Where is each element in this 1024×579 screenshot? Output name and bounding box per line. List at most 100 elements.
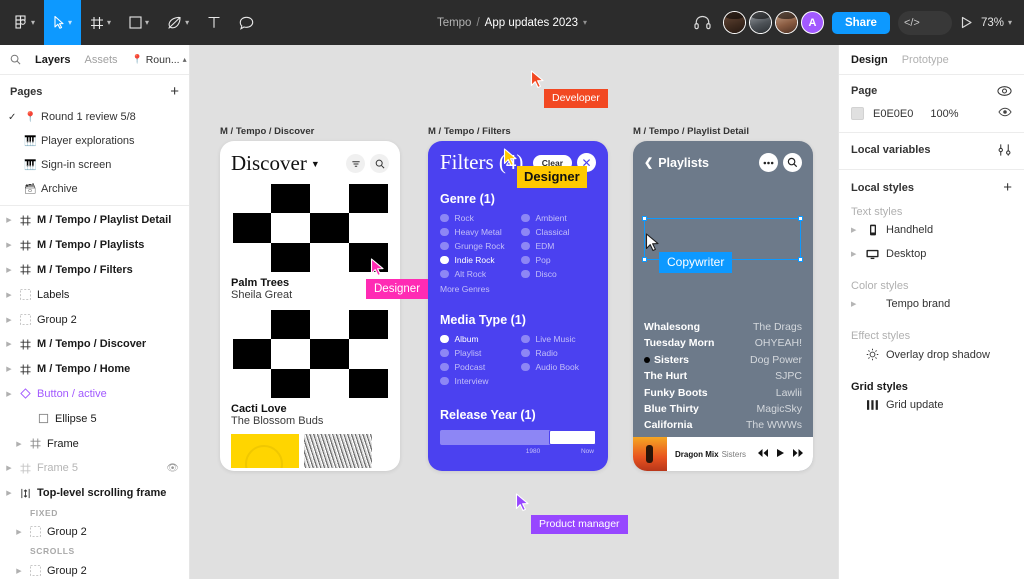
disclosure-arrow-icon[interactable]: ▶ xyxy=(4,464,14,472)
slider-track[interactable] xyxy=(440,430,596,445)
layer-row[interactable]: ▶ M / Tempo / Playlists xyxy=(0,233,189,258)
media-option-playlist[interactable]: Playlist xyxy=(440,348,515,358)
rewind-icon[interactable] xyxy=(757,445,769,463)
disclosure-arrow-icon[interactable]: ▶ xyxy=(4,291,14,299)
fast-forward-icon[interactable] xyxy=(792,445,804,463)
tool-figma-menu[interactable]: ▾ xyxy=(6,0,44,45)
disclosure-arrow-icon[interactable]: ▶ xyxy=(4,340,14,348)
tool-comment[interactable] xyxy=(230,0,263,45)
headphones-icon[interactable] xyxy=(694,15,711,30)
add-page-button[interactable]: + xyxy=(170,84,179,99)
genre-option-ambient[interactable]: Ambient xyxy=(521,213,596,223)
play-icon[interactable] xyxy=(776,445,785,463)
thumbnail-yellow[interactable] xyxy=(231,434,299,468)
page-color-swatch[interactable] xyxy=(851,107,864,120)
genre-option-heavy-metal[interactable]: Heavy Metal xyxy=(440,227,515,237)
layer-row[interactable]: ▶ Group 2 xyxy=(0,520,189,545)
song-row[interactable]: The Hurt SJPC xyxy=(644,368,802,384)
layer-row[interactable]: Ellipse 5 xyxy=(0,406,189,431)
layer-row[interactable]: ▶ Frame xyxy=(0,431,189,456)
page-color-opacity[interactable]: 100% xyxy=(930,108,958,120)
page-color-hex[interactable]: E0E0E0 xyxy=(873,108,913,120)
song-row-playing[interactable]: Sisters Dog Power xyxy=(644,352,802,368)
zoom-level-control[interactable]: 73% ▾ xyxy=(981,17,1012,29)
filter-icon[interactable] xyxy=(346,154,365,173)
style-item-grid-update[interactable]: Grid update xyxy=(839,393,1024,417)
dev-mode-toggle[interactable]: </> xyxy=(897,10,952,35)
design-canvas[interactable]: M / Tempo / Discover Discover ▼ Palm Tre… xyxy=(190,45,838,579)
disclosure-arrow-icon[interactable]: ▶ xyxy=(851,300,859,308)
search-icon[interactable] xyxy=(783,153,802,172)
disclosure-arrow-icon[interactable]: ▶ xyxy=(4,266,14,274)
layer-row[interactable]: ▶ M / Tempo / Filters xyxy=(0,258,189,283)
tool-move[interactable]: ▾ xyxy=(44,0,82,45)
page-item-archive[interactable]: 🗃 Archive xyxy=(0,177,189,201)
discover-screen[interactable]: Discover ▼ Palm Trees Sheila Great Cacti… xyxy=(220,141,400,471)
song-row[interactable]: Tuesday Morn OHYEAH! xyxy=(644,335,802,351)
thumbnail-photo[interactable] xyxy=(304,434,372,468)
disclosure-arrow-icon[interactable]: ▶ xyxy=(4,241,14,249)
disclosure-arrow-icon[interactable]: ▶ xyxy=(4,365,14,373)
song-row[interactable]: Blue Thirty MagicSky xyxy=(644,401,802,417)
tab-layers[interactable]: Layers xyxy=(35,54,70,66)
tab-design[interactable]: Design xyxy=(851,54,888,66)
tab-assets[interactable]: Assets xyxy=(84,54,117,66)
genre-option-disco[interactable]: Disco xyxy=(521,269,596,279)
media-option-album[interactable]: Album xyxy=(440,334,515,344)
ellipsis-icon[interactable] xyxy=(759,153,778,172)
tool-frame[interactable]: ▾ xyxy=(81,0,120,45)
avatar[interactable] xyxy=(748,11,772,34)
disclosure-arrow-icon[interactable]: ▶ xyxy=(851,250,859,258)
slider-handle[interactable] xyxy=(549,430,596,445)
page-item-sign-in-screen[interactable]: 🎹 Sign-in screen xyxy=(0,153,189,177)
style-item-desktop[interactable]: ▶ Desktop xyxy=(839,242,1024,266)
eye-icon[interactable]: 👁 xyxy=(166,463,179,474)
search-icon[interactable] xyxy=(10,54,21,65)
disclosure-arrow-icon[interactable]: ▶ xyxy=(4,489,14,497)
frame-label[interactable]: M / Tempo / Discover xyxy=(220,126,400,137)
media-option-live-music[interactable]: Live Music xyxy=(521,334,596,344)
disclosure-arrow-icon[interactable]: ▶ xyxy=(14,567,24,575)
resize-handle-top-right[interactable] xyxy=(798,216,803,221)
song-row[interactable]: Whalesong The Drags xyxy=(644,319,802,335)
present-button[interactable] xyxy=(960,16,973,29)
back-to-playlists-button[interactable]: ❮ Playlists xyxy=(644,156,709,170)
style-item-tempo-brand[interactable]: ▶ Tempo brand xyxy=(839,292,1024,316)
frame-label[interactable]: M / Tempo / Filters xyxy=(428,126,608,137)
branch-selector[interactable]: 📍 Roun... ▴ xyxy=(132,54,187,66)
filters-screen[interactable]: Filters (4) Clear ✕ Genre (1) Rock Ambie… xyxy=(428,141,608,471)
genre-option-pop[interactable]: Pop xyxy=(521,255,596,265)
genre-option-edm[interactable]: EDM xyxy=(521,241,596,251)
layer-row[interactable]: ▶ Labels xyxy=(0,282,189,307)
eye-icon[interactable] xyxy=(998,107,1012,120)
page-item-player-explorations[interactable]: 🎹 Player explorations xyxy=(0,129,189,153)
playlist-detail-screen[interactable]: ❮ Playlists Whalesong The Drags Tuesday … xyxy=(633,141,813,471)
resize-handle-bottom-right[interactable] xyxy=(798,257,803,262)
frame-label[interactable]: M / Tempo / Playlist Detail xyxy=(633,126,813,137)
share-button[interactable]: Share xyxy=(831,11,890,34)
media-option-radio[interactable]: Radio xyxy=(521,348,596,358)
media-option-audio-book[interactable]: Audio Book xyxy=(521,362,596,372)
page-settings-icon[interactable] xyxy=(997,85,1012,97)
layer-row[interactable]: ▶ Group 2 xyxy=(0,558,189,579)
style-item-overlay-drop-shadow[interactable]: Overlay drop shadow xyxy=(839,342,1024,367)
chevron-down-icon[interactable]: ▼ xyxy=(311,159,320,169)
song-row[interactable]: California The WWWs xyxy=(644,417,802,433)
tool-shape[interactable]: ▾ xyxy=(120,0,158,45)
more-genres-link[interactable]: More Genres xyxy=(440,284,596,294)
layer-row[interactable]: ▶ M / Tempo / Playlist Detail xyxy=(0,208,189,233)
disclosure-arrow-icon[interactable]: ▶ xyxy=(4,216,14,224)
layer-row[interactable]: ▶ M / Tempo / Home xyxy=(0,357,189,382)
resize-handle-top-left[interactable] xyxy=(642,216,647,221)
release-year-slider[interactable]: 1980 Now xyxy=(440,430,596,455)
disclosure-arrow-icon[interactable]: ▶ xyxy=(4,316,14,324)
mini-player-bar[interactable]: Dragon Mix Sisters xyxy=(633,437,813,471)
local-variables-section[interactable]: Local variables xyxy=(839,133,1024,170)
layer-row[interactable]: ▶ Button / active xyxy=(0,382,189,407)
sliders-icon[interactable] xyxy=(997,143,1012,157)
avatar[interactable] xyxy=(774,11,798,34)
avatar-current-user[interactable]: A xyxy=(800,11,824,34)
disclosure-arrow-icon[interactable]: ▶ xyxy=(14,440,24,448)
genre-option-alt-rock[interactable]: Alt Rock xyxy=(440,269,515,279)
chevron-down-icon[interactable]: ▾ xyxy=(583,18,587,27)
